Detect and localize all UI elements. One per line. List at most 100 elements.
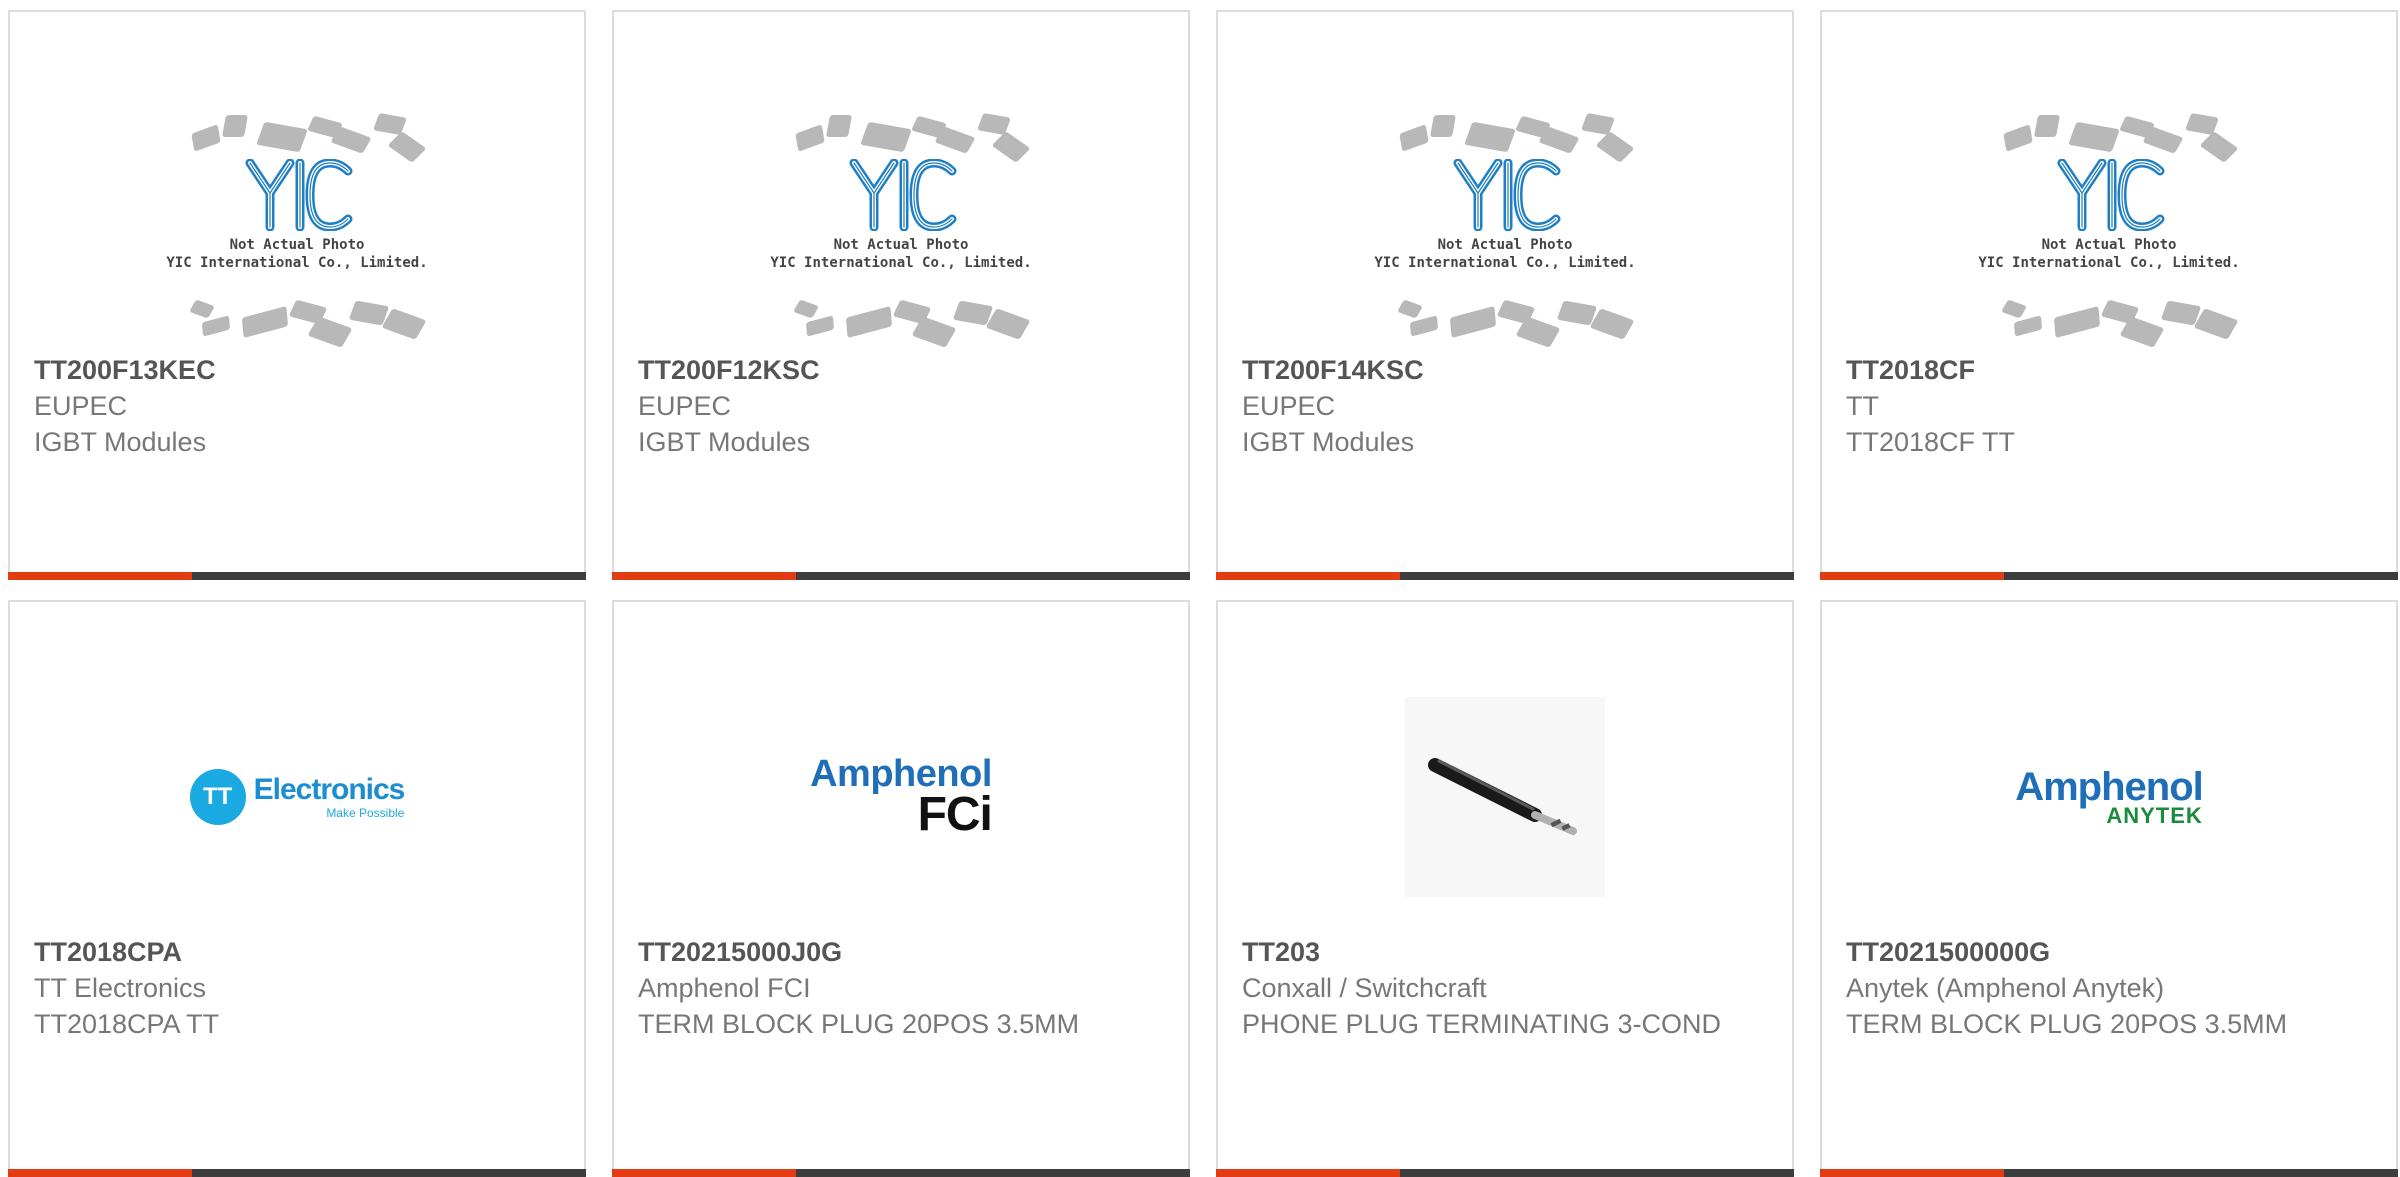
product-image-area[interactable]: Amphenol FCi [614, 602, 1188, 972]
product-info: TT200F12KSC EUPEC IGBT Modules [638, 352, 1164, 460]
card-accent-strip [1216, 1169, 1400, 1177]
product-image-area[interactable]: Amphenol ANYTEK [1822, 602, 2396, 972]
manufacturer-label: Amphenol FCI [638, 973, 811, 1003]
manufacturer-label: Conxall / Switchcraft [1242, 973, 1487, 1003]
chip-package-icon [934, 126, 976, 154]
tt-logo-wordmark: Electronics Make Possible [253, 773, 406, 820]
description-label: TT2018CPA TT [34, 1009, 220, 1039]
card-bottom-bar [1216, 572, 1794, 580]
placeholder-company-caption: YIC International Co., Limited. [1978, 255, 2240, 271]
description-label: TT2018CF TT [1846, 427, 2016, 457]
not-actual-photo-image: Not Actual Photo YIC International Co., L… [1370, 107, 1640, 348]
chip-package-icon [381, 308, 427, 340]
product-info: TT2021500000G Anytek (Amphenol Anytek) TER… [1846, 934, 2372, 1042]
amphenol-logo-word: Amphenol [2015, 765, 2204, 809]
product-image-area[interactable]: Not Actual Photo YIC International Co., L… [1822, 12, 2396, 392]
chip-package-icon [1589, 308, 1635, 340]
description-label: IGBT Modules [34, 427, 207, 457]
part-number-link[interactable]: TT2018CF [1846, 352, 2372, 388]
product-card[interactable]: Not Actual Photo YIC International Co., L… [8, 10, 586, 580]
card-bottom-bar [1820, 572, 2398, 580]
chip-package-icon [952, 300, 994, 326]
product-card[interactable]: Not Actual Photo YIC International Co., L… [612, 10, 1190, 580]
manufacturer-label: EUPEC [34, 391, 128, 421]
tt-electronics-logo: TT Electronics Make Possible [189, 769, 406, 825]
product-card[interactable]: TT203 Conxall / Switchcraft PHONE PLUG TER… [1216, 600, 1794, 1177]
anytek-logo-word: ANYTEK [2106, 803, 2203, 828]
not-actual-photo-image: Not Actual Photo YIC International Co., L… [766, 107, 1036, 348]
product-card[interactable]: TT Electronics Make Possible TT2018CPA TT El… [8, 600, 586, 1177]
part-number-link[interactable]: TT203 [1242, 934, 1768, 970]
chip-package-icon [1430, 115, 1456, 137]
part-number-link[interactable]: TT200F14KSC [1242, 352, 1768, 388]
card-accent-strip [8, 1169, 192, 1177]
product-card[interactable]: Not Actual Photo YIC International Co., L… [1820, 10, 2398, 580]
phone-plug-photo [1405, 697, 1605, 897]
card-bottom-bar [612, 572, 1190, 580]
amphenol-fci-logo: Amphenol FCi [810, 755, 993, 841]
not-actual-photo-image: Not Actual Photo YIC International Co., L… [162, 107, 432, 348]
chip-package-icon [991, 131, 1031, 163]
manufacturer-label: TT [1846, 391, 1879, 421]
manufacturer-label: TT Electronics [34, 973, 207, 1003]
product-image-area[interactable] [1218, 602, 1792, 972]
yic-logo-icon [245, 159, 353, 231]
chip-package-icon [2053, 305, 2101, 339]
product-image-area[interactable]: Not Actual Photo YIC International Co., L… [614, 12, 1188, 392]
yic-logo-icon [2057, 159, 2165, 231]
product-image-area[interactable]: Not Actual Photo YIC International Co., L… [1218, 12, 1792, 392]
card-bottom-bar [1820, 1169, 2398, 1177]
chip-package-icon [2160, 300, 2202, 326]
fci-logo-word: FCi [917, 788, 993, 841]
yic-logo-icon [849, 159, 957, 231]
card-accent-strip [1216, 572, 1400, 580]
product-card[interactable]: Amphenol ANYTEK TT2021500000G Anytek (Amphe… [1820, 600, 2398, 1177]
product-info: TT2018CPA TT Electronics TT2018CPA TT [34, 934, 560, 1042]
chip-package-icon [1399, 124, 1429, 152]
part-number-link[interactable]: TT200F12KSC [638, 352, 1164, 388]
chip-package-icon [1449, 305, 1497, 339]
chip-package-icon [793, 299, 819, 319]
part-number-link[interactable]: TT2021500000G [1846, 934, 2372, 970]
chip-package-icon [189, 299, 215, 319]
card-accent-strip [1820, 1169, 2004, 1177]
chip-package-icon [241, 305, 289, 339]
not-actual-photo-caption: Not Actual Photo [229, 237, 365, 253]
card-bottom-bar [8, 572, 586, 580]
product-image-area[interactable]: TT Electronics Make Possible [10, 602, 584, 972]
part-number-link[interactable]: TT20215000J0G [638, 934, 1164, 970]
product-info: TT2018CF TT TT2018CF TT [1846, 352, 2372, 460]
yic-logo-icon [1453, 159, 1561, 231]
card-bottom-bar [1216, 1169, 1794, 1177]
part-number-link[interactable]: TT200F13KEC [34, 352, 560, 388]
description-label: IGBT Modules [638, 427, 811, 457]
chip-package-icon [1556, 300, 1598, 326]
part-number-link[interactable]: TT2018CPA [34, 934, 560, 970]
chip-package-icon [2034, 115, 2060, 137]
chip-package-icon [2013, 315, 2043, 337]
product-card[interactable]: Not Actual Photo YIC International Co., L… [1216, 10, 1794, 580]
chip-package-icon [2199, 131, 2239, 163]
chip-package-icon [2193, 308, 2239, 340]
chip-package-icon [826, 115, 852, 137]
tt-logo-word: Electronics [253, 773, 406, 806]
placeholder-company-caption: YIC International Co., Limited. [770, 255, 1032, 271]
not-actual-photo-caption: Not Actual Photo [2041, 237, 2177, 253]
amphenol-anytek-logo: Amphenol ANYTEK [2015, 765, 2204, 828]
product-info: TT203 Conxall / Switchcraft PHONE PLUG TER… [1242, 934, 1768, 1042]
tt-logo-tagline: Make Possible [326, 806, 405, 820]
chip-package-icon [795, 124, 825, 152]
product-card[interactable]: Amphenol FCi TT20215000J0G Amphenol FCI TERM… [612, 600, 1190, 1177]
chip-package-icon [387, 131, 427, 163]
chip-package-icon [1409, 315, 1439, 337]
chip-package-icon [222, 115, 248, 137]
chip-package-icon [191, 124, 221, 152]
product-image-area[interactable]: Not Actual Photo YIC International Co., L… [10, 12, 584, 392]
card-accent-strip [8, 572, 192, 580]
not-actual-photo-image: Not Actual Photo YIC International Co., L… [1974, 107, 2244, 348]
chip-package-icon [2001, 299, 2027, 319]
placeholder-company-caption: YIC International Co., Limited. [1374, 255, 1636, 271]
chip-package-icon [2068, 121, 2120, 153]
chip-package-icon [2142, 126, 2184, 154]
chip-package-icon [201, 315, 231, 337]
